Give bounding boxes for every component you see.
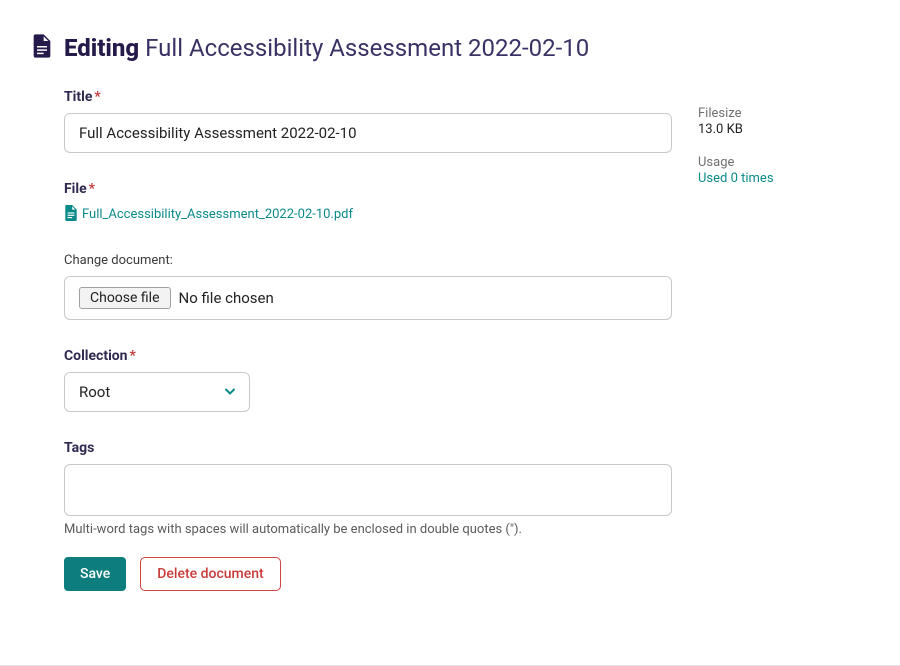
title-label: Title*	[64, 89, 672, 105]
usage-label: Usage	[698, 155, 864, 170]
document-icon	[32, 34, 52, 62]
tags-label: Tags	[64, 440, 672, 456]
field-title: Title*	[64, 89, 672, 153]
required-star: *	[94, 89, 100, 105]
file-picker[interactable]: Choose file No file chosen	[64, 276, 672, 320]
required-star: *	[89, 181, 95, 197]
tags-input[interactable]	[64, 464, 672, 516]
filesize-label: Filesize	[698, 106, 864, 121]
delete-document-button[interactable]: Delete document	[140, 557, 280, 591]
title-input[interactable]	[64, 113, 672, 153]
collection-label: Collection*	[64, 348, 672, 364]
sidebar: Filesize 13.0 KB Usage Used 0 times	[698, 34, 864, 591]
required-star: *	[130, 348, 136, 364]
change-document-label: Change document:	[64, 253, 672, 268]
save-button[interactable]: Save	[64, 557, 126, 591]
tags-help-text: Multi-word tags with spaces will automat…	[64, 522, 672, 537]
current-file-link[interactable]: Full_Accessibility_Assessment_2022-02-10…	[64, 205, 353, 225]
file-icon	[64, 205, 78, 225]
current-file-name: Full_Accessibility_Assessment_2022-02-10…	[82, 207, 353, 222]
editing-label: Editing	[64, 34, 139, 62]
field-collection: Collection* Root	[64, 348, 672, 412]
filesize-value: 13.0 KB	[698, 122, 864, 137]
page-heading: Editing Full Accessibility Assessment 20…	[32, 34, 672, 63]
page-title: Editing Full Accessibility Assessment 20…	[64, 34, 589, 63]
usage-link[interactable]: Used 0 times	[698, 171, 774, 186]
field-tags: Tags Multi-word tags with spaces will au…	[64, 440, 672, 537]
file-label: File*	[64, 181, 672, 197]
field-file: File* Full_Accessibility_Assessment_2022…	[64, 181, 672, 320]
file-picker-status: No file chosen	[179, 289, 274, 307]
button-row: Save Delete document	[64, 557, 672, 591]
collection-select[interactable]: Root	[64, 372, 250, 412]
choose-file-button[interactable]: Choose file	[79, 287, 171, 309]
document-title: Full Accessibility Assessment 2022-02-10	[145, 34, 589, 62]
